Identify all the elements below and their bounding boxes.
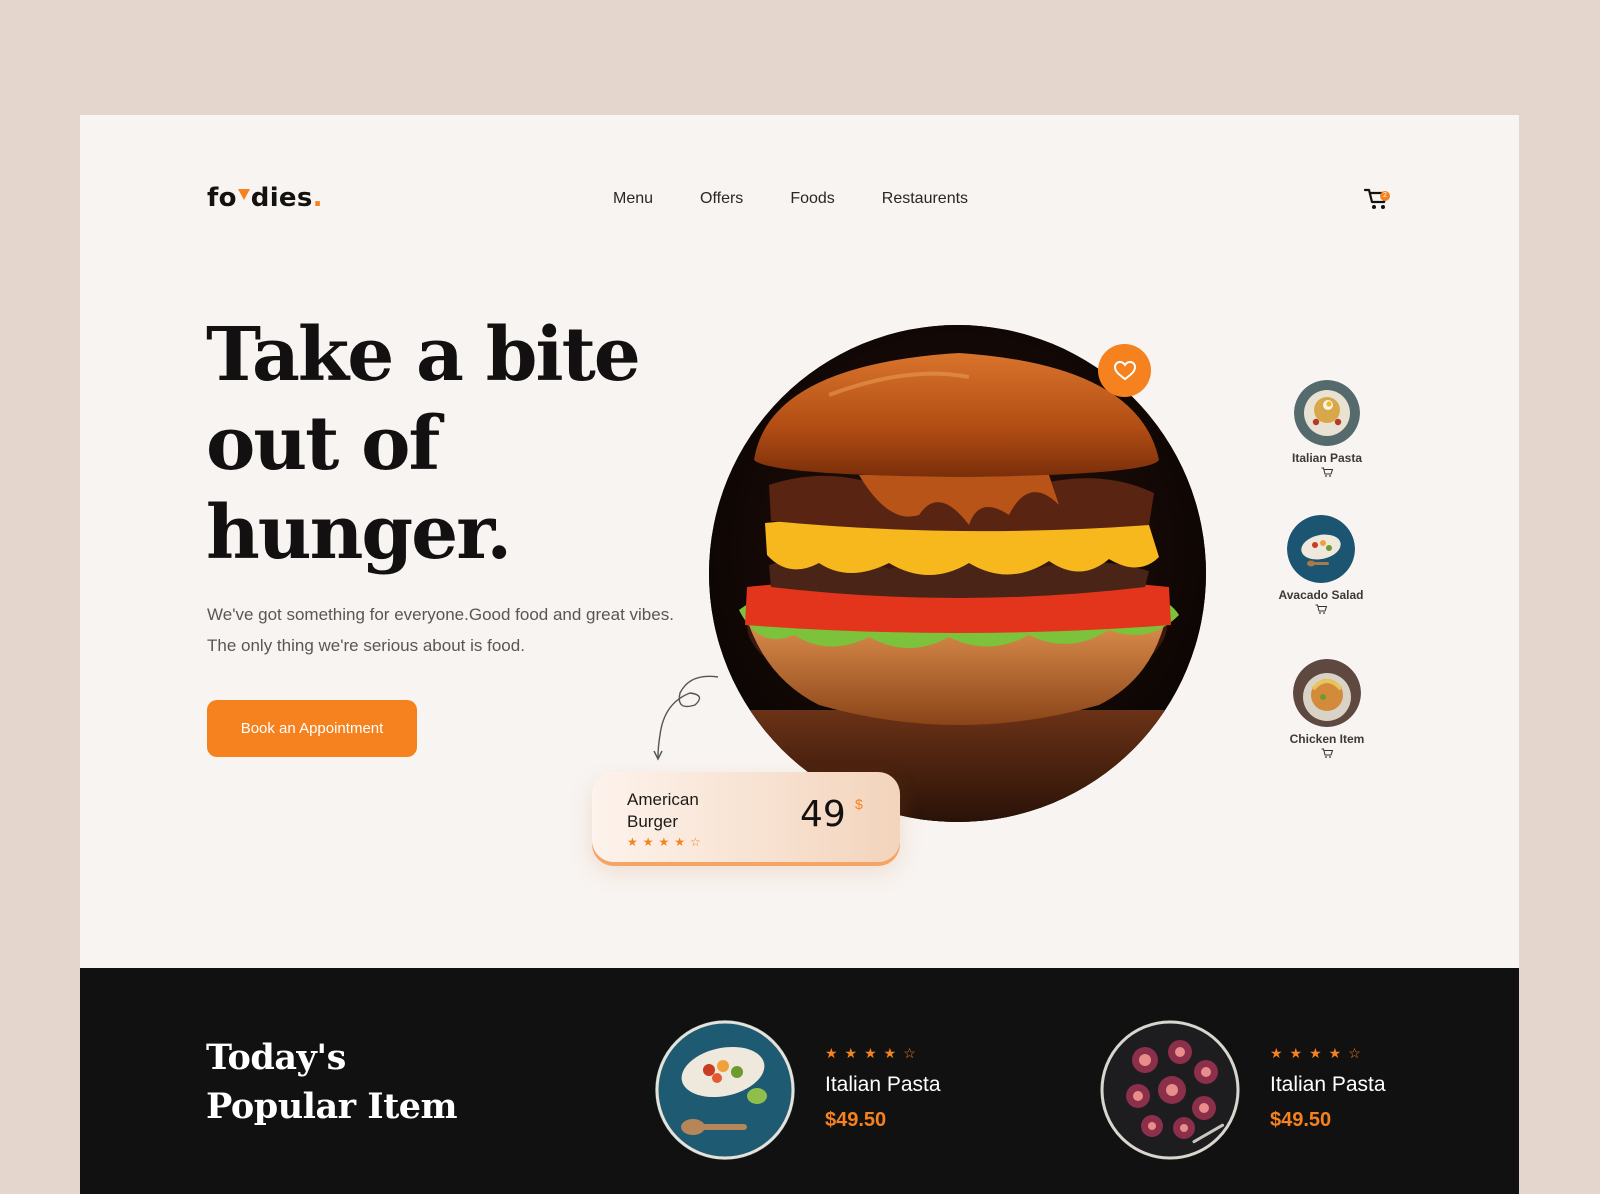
hero-subtitle: We've got something for everyone.Good fo… xyxy=(207,599,707,661)
hero-title-line-1: Take a bite xyxy=(206,312,641,398)
logo-text-end: dies xyxy=(250,183,313,213)
hero-title: Take a bite out of hunger. xyxy=(206,311,686,578)
popular-section: Today's Popular Item ★★★★☆ Italian Pasta… xyxy=(80,968,1519,1194)
featured-item-card[interactable]: American Burger ★★★★☆ 49 $ xyxy=(592,772,900,862)
book-appointment-button[interactable]: Book an Appointment xyxy=(207,700,417,757)
popular-title-line-2: Popular Item xyxy=(206,1086,458,1127)
cart-count-badge: 2 xyxy=(1380,191,1390,201)
burger-illustration xyxy=(709,325,1206,822)
popular-item-price: $49.50 xyxy=(1270,1109,1332,1131)
logo-dot: . xyxy=(312,183,323,213)
brand-logo[interactable]: fo dies. xyxy=(207,183,323,213)
burger-image xyxy=(709,325,1206,822)
side-item-label: Avacado Salad xyxy=(1278,588,1364,602)
popular-item-rating: ★★★★☆ xyxy=(1270,1045,1368,1061)
chicken-item-thumb xyxy=(1293,659,1361,727)
heart-icon xyxy=(1113,360,1136,380)
popular-item-name: Italian Pasta xyxy=(1270,1073,1386,1096)
main-nav: Menu Offers Foods Restaurents xyxy=(613,190,968,208)
popular-item-thumb xyxy=(655,1020,795,1160)
add-to-cart-icon[interactable] xyxy=(1321,467,1333,477)
connector-squiggle xyxy=(653,675,719,761)
hero-subtitle-line-1: We've got something for everyone.Good fo… xyxy=(207,605,674,624)
side-item-label: Chicken Item xyxy=(1289,732,1365,746)
add-to-cart-icon[interactable] xyxy=(1315,604,1327,614)
nav-offers[interactable]: Offers xyxy=(700,190,743,208)
salad-bowl-image xyxy=(655,1020,795,1160)
nav-menu[interactable]: Menu xyxy=(613,190,653,208)
italian-pasta-thumb xyxy=(1294,380,1360,446)
popular-item-name: Italian Pasta xyxy=(825,1073,941,1096)
nav-foods[interactable]: Foods xyxy=(790,190,834,208)
logo-text-start: fo xyxy=(207,183,237,213)
nav-restaurents[interactable]: Restaurents xyxy=(882,190,968,208)
popular-title-line-1: Today's xyxy=(206,1037,346,1078)
side-item-avacado-salad[interactable]: Avacado Salad xyxy=(1261,515,1381,614)
hero-title-line-2: out of xyxy=(206,401,440,487)
popular-item-price: $49.50 xyxy=(825,1109,887,1131)
side-item-chicken[interactable]: Chicken Item xyxy=(1267,659,1387,758)
popular-item-thumb xyxy=(1100,1020,1240,1160)
figs-plate-image xyxy=(1100,1020,1240,1160)
add-to-cart-icon[interactable] xyxy=(1321,748,1333,758)
favorite-button[interactable] xyxy=(1098,344,1151,397)
featured-currency: $ xyxy=(855,796,863,812)
featured-price: 49 xyxy=(800,794,846,835)
side-item-label: Italian Pasta xyxy=(1291,451,1363,465)
landing-page-card: fo dies. Menu Offers Foods Restaurents 2 … xyxy=(80,115,1519,1194)
popular-section-title: Today's Popular Item xyxy=(206,1033,466,1131)
side-item-italian-pasta[interactable]: Italian Pasta xyxy=(1267,380,1387,477)
avacado-salad-thumb xyxy=(1287,515,1355,583)
popular-item-rating: ★★★★☆ xyxy=(825,1045,923,1061)
hero-title-line-3: hunger. xyxy=(206,490,512,576)
featured-item-name: American Burger xyxy=(627,790,699,831)
hero-subtitle-line-2: The only thing we're serious about is fo… xyxy=(207,636,525,655)
featured-rating-stars: ★★★★☆ xyxy=(627,835,706,849)
